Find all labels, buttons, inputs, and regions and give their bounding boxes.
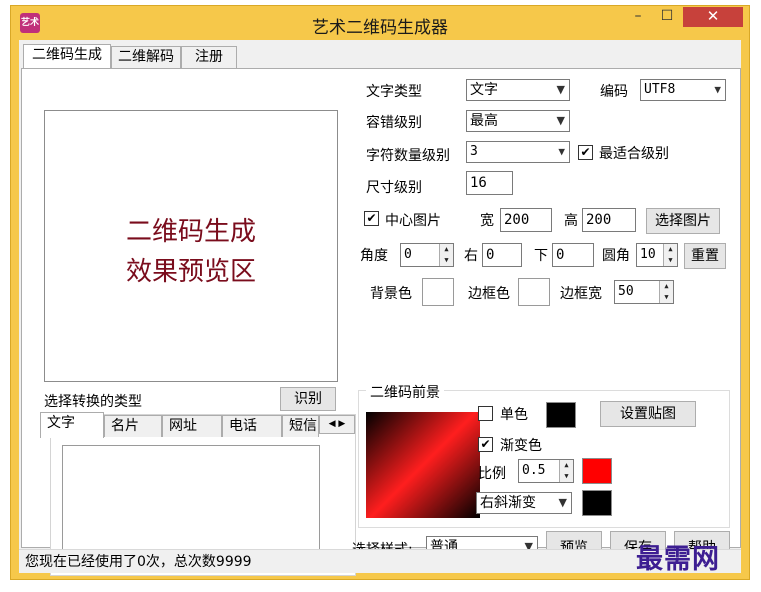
close-button[interactable]: ✕ bbox=[683, 7, 743, 27]
tab-qr-generate[interactable]: 二维码生成 bbox=[23, 44, 111, 69]
border-color-label: 边框色 bbox=[468, 286, 510, 302]
best-fit-checkbox[interactable]: ✔ bbox=[578, 145, 593, 160]
maximize-button[interactable]: ☐ bbox=[654, 7, 680, 27]
gradient-label: 渐变色 bbox=[500, 438, 542, 454]
border-width-value: 50 bbox=[618, 284, 634, 299]
spin-arrows-icon[interactable]: ▲ ▼ bbox=[659, 281, 673, 303]
spin-arrows-icon[interactable]: ▲ ▼ bbox=[559, 460, 573, 482]
height-input[interactable]: 200 bbox=[582, 208, 636, 232]
chevron-down-icon: ▼ bbox=[558, 145, 565, 158]
select-image-button[interactable]: 选择图片 bbox=[646, 208, 720, 234]
tab-sms[interactable]: 短信 bbox=[282, 415, 319, 437]
app-window: 艺术 艺术二维码生成器 – ☐ ✕ 二维码生成 二维解码 注册 二维码生成 效果… bbox=[10, 5, 750, 580]
text-type-label: 文字类型 bbox=[366, 84, 422, 100]
height-label: 高 bbox=[564, 213, 578, 229]
spin-arrows-icon[interactable]: ▲ ▼ bbox=[663, 244, 677, 266]
content-textarea[interactable] bbox=[62, 445, 320, 559]
tab-phone[interactable]: 电话 bbox=[222, 415, 282, 437]
size-level-input[interactable]: 16 bbox=[466, 171, 513, 195]
gradient-mode-value: 右斜渐变 bbox=[480, 495, 536, 511]
gradient-end-swatch[interactable] bbox=[582, 490, 612, 516]
best-fit-label: 最适合级别 bbox=[599, 146, 669, 162]
single-color-label: 单色 bbox=[500, 407, 528, 423]
tab-qr-decode[interactable]: 二维解码 bbox=[111, 46, 181, 68]
chevron-down-icon: ▼ bbox=[556, 83, 565, 96]
gradient-start-swatch[interactable] bbox=[582, 458, 612, 484]
tab-scroll-arrows-icon[interactable]: ◀ ▶ bbox=[319, 415, 355, 434]
charcount-level-label: 字符数量级别 bbox=[366, 148, 450, 164]
gradient-checkbox[interactable]: ✔ bbox=[478, 437, 493, 452]
angle-label: 角度 bbox=[360, 248, 388, 264]
preview-title-line2: 效果预览区 bbox=[125, 257, 256, 287]
ecc-level-value: 最高 bbox=[470, 113, 498, 129]
encoding-select[interactable]: UTF8 ▼ bbox=[640, 79, 726, 101]
size-level-label: 尺寸级别 bbox=[366, 180, 422, 196]
set-texture-button[interactable]: 设置贴图 bbox=[600, 401, 696, 427]
charcount-level-select[interactable]: 3 ▼ bbox=[466, 141, 570, 163]
chevron-down-icon: ▼ bbox=[556, 114, 565, 127]
ecc-level-label: 容错级别 bbox=[366, 115, 422, 131]
text-type-select[interactable]: 文字 ▼ bbox=[466, 79, 570, 101]
reset-button[interactable]: 重置 bbox=[684, 243, 726, 269]
border-color-picker[interactable] bbox=[518, 278, 550, 306]
single-color-checkbox[interactable] bbox=[478, 406, 493, 421]
corner-radius-value: 10 bbox=[640, 247, 656, 262]
chevron-down-icon: ▼ bbox=[558, 496, 567, 509]
ratio-value: 0.5 bbox=[522, 463, 546, 478]
border-width-spinner[interactable]: 50 ▲ ▼ bbox=[614, 280, 674, 304]
gradient-mode-select[interactable]: 右斜渐变 ▼ bbox=[476, 492, 572, 514]
angle-spinner[interactable]: 0 ▲ ▼ bbox=[400, 243, 454, 267]
foreground-group-title: 二维码前景 bbox=[366, 382, 444, 402]
spin-arrows-icon[interactable]: ▲ ▼ bbox=[439, 244, 453, 266]
preview-area: 二维码生成 效果预览区 bbox=[44, 110, 338, 382]
chevron-down-icon: ▼ bbox=[714, 83, 721, 96]
charcount-level-value: 3 bbox=[470, 144, 478, 159]
minimize-button[interactable]: – bbox=[625, 7, 651, 27]
tab-text[interactable]: 文字 bbox=[40, 412, 104, 438]
width-input[interactable]: 200 bbox=[500, 208, 552, 232]
down-offset-label: 下 bbox=[534, 248, 548, 264]
tab-register[interactable]: 注册 bbox=[181, 46, 237, 68]
convert-type-label: 选择转换的类型 bbox=[44, 394, 142, 410]
encoding-label: 编码 bbox=[600, 84, 628, 100]
width-label: 宽 bbox=[480, 213, 494, 229]
tab-business-card[interactable]: 名片 bbox=[104, 415, 162, 437]
right-offset-input[interactable]: 0 bbox=[482, 243, 522, 267]
text-type-value: 文字 bbox=[470, 82, 498, 98]
center-image-label: 中心图片 bbox=[385, 213, 441, 229]
corner-radius-spinner[interactable]: 10 ▲ ▼ bbox=[636, 243, 678, 267]
ecc-level-select[interactable]: 最高 ▼ bbox=[466, 110, 570, 132]
encoding-value: UTF8 bbox=[644, 82, 676, 97]
ratio-spinner[interactable]: 0.5 ▲ ▼ bbox=[518, 459, 574, 483]
identify-button[interactable]: 识别 bbox=[280, 387, 336, 411]
bg-color-label: 背景色 bbox=[370, 286, 412, 302]
bg-color-picker[interactable] bbox=[422, 278, 454, 306]
corner-radius-label: 圆角 bbox=[602, 248, 630, 264]
border-width-label: 边框宽 bbox=[560, 286, 602, 302]
tab-url[interactable]: 网址 bbox=[162, 415, 222, 437]
down-offset-input[interactable]: 0 bbox=[552, 243, 594, 267]
angle-value: 0 bbox=[404, 247, 412, 262]
title-bar[interactable]: 艺术 艺术二维码生成器 – ☐ ✕ bbox=[11, 6, 749, 40]
generate-panel: 二维码生成 效果预览区 文字类型 文字 ▼ 编码 UTF8 ▼ 容错级别 最高 … bbox=[21, 68, 741, 576]
watermark-logo: 最需网 bbox=[636, 544, 720, 575]
single-color-swatch[interactable] bbox=[546, 402, 576, 428]
ratio-label: 比例 bbox=[478, 466, 506, 482]
right-offset-label: 右 bbox=[464, 248, 478, 264]
client-area: 二维码生成 二维解码 注册 二维码生成 效果预览区 文字类型 文字 ▼ 编码 U… bbox=[19, 40, 741, 576]
gradient-preview bbox=[366, 412, 480, 518]
preview-title-line1: 二维码生成 bbox=[125, 217, 256, 247]
center-image-checkbox[interactable]: ✔ bbox=[364, 211, 379, 226]
status-bar: 您现在已经使用了0次，总次数9999 bbox=[19, 549, 741, 573]
